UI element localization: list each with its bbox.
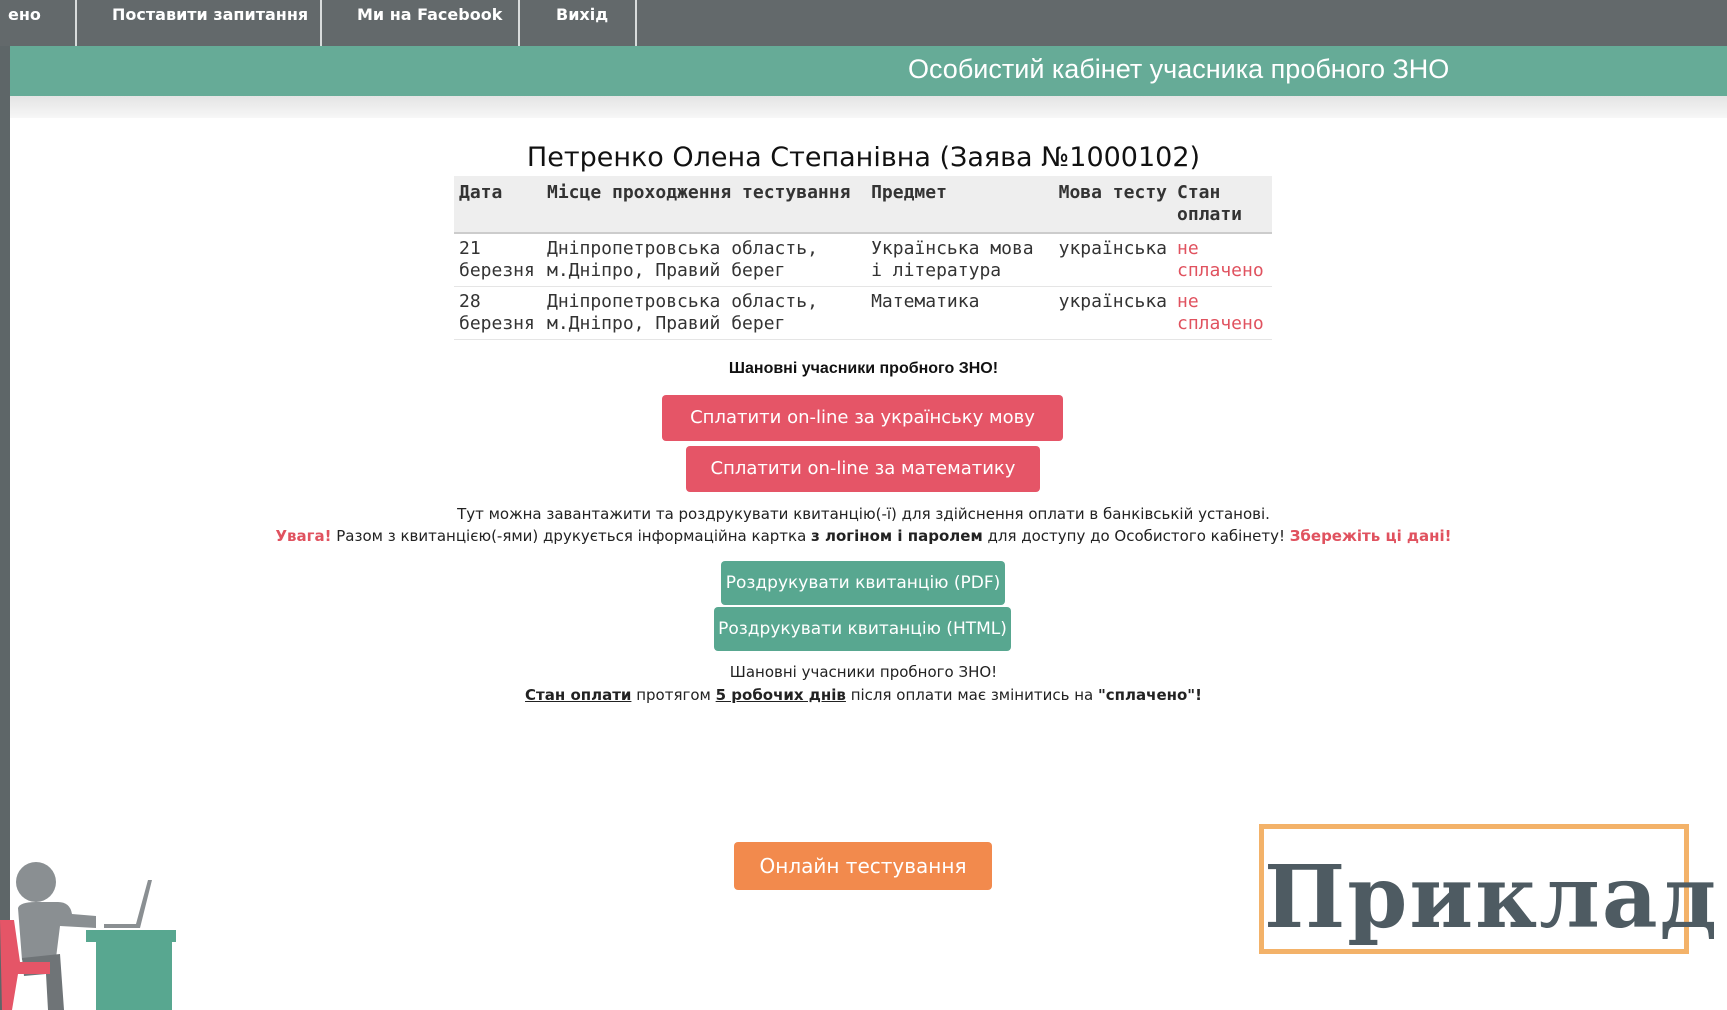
pay-ukrainian-button[interactable]: Сплатити on-line за українську мову: [662, 395, 1063, 441]
column-header-language: Мова тесту: [1053, 176, 1172, 234]
nav-separator: [635, 0, 637, 46]
table-header-row: Дата Місце проходження тестування Предме…: [454, 176, 1272, 234]
cell-date: 21 березня: [454, 233, 542, 287]
login-password-text: з логіном і паролем: [811, 527, 983, 545]
nav-item-logout[interactable]: Вихід: [556, 0, 608, 46]
warning-label: Увага!: [275, 527, 332, 545]
cell-place: Дніпропетровська область, м.Дніпро, Прав…: [541, 286, 867, 340]
print-receipt-html-button[interactable]: Роздрукувати квитанцію (HTML): [714, 607, 1011, 651]
header-divider: [10, 96, 1727, 118]
participants-notice: Шановні учасники пробного ЗНО!: [728, 360, 999, 377]
cell-place: Дніпропетровська область, м.Дніпро, Прав…: [541, 233, 867, 287]
nav-item-ask-question[interactable]: Поставити запитання: [112, 0, 308, 46]
nav-item-menu[interactable]: ено: [8, 0, 41, 46]
receipt-info-text: Тут можна завантажити та роздрукувати кв…: [457, 505, 1270, 523]
online-testing-button[interactable]: Онлайн тестування: [734, 842, 992, 890]
payment-status-note: Стан оплати протягом 5 робочих днів післ…: [0, 686, 1727, 704]
applicant-title: Петренко Олена Степанівна (Заява №100010…: [526, 142, 1201, 173]
pay-math-button[interactable]: Сплатити on-line за математику: [686, 446, 1040, 492]
status-greeting: Шановні учасники пробного ЗНО!: [729, 663, 998, 681]
cell-subject: Українська мова і література: [866, 233, 1054, 287]
cell-language: українська: [1053, 286, 1172, 340]
sample-stamp: Приклад: [1259, 824, 1719, 954]
save-data-note: Збережіть ці дані!: [1289, 527, 1452, 545]
cell-date: 28 березня: [454, 286, 542, 340]
table-row: 21 березня Дніпропетровська область, м.Д…: [454, 233, 1272, 287]
cell-payment-status: не сплачено: [1172, 233, 1272, 287]
payment-status-link: Стан оплати: [525, 686, 632, 704]
top-navigation: ено Поставити запитання Ми на Facebook В…: [0, 0, 1727, 46]
cell-payment-status: не сплачено: [1172, 286, 1272, 340]
column-header-place: Місце проходження тестування: [541, 176, 867, 234]
paid-status-text: "сплачено"!: [1097, 686, 1202, 704]
warning-text-cont: для доступу до Особистого кабінету!: [982, 527, 1290, 545]
nav-separator: [75, 0, 77, 46]
column-header-date: Дата: [454, 176, 542, 234]
print-receipt-pdf-button[interactable]: Роздрукувати квитанцію (PDF): [721, 561, 1005, 605]
cell-language: українська: [1053, 233, 1172, 287]
nav-separator: [518, 0, 520, 46]
nav-separator: [320, 0, 322, 46]
column-header-subject: Предмет: [866, 176, 1054, 234]
cell-subject: Математика: [866, 286, 1054, 340]
student-desk-illustration: [0, 862, 176, 1010]
receipt-warning-text: Увага! Разом з квитанцією(-ями) друкуєть…: [0, 527, 1727, 545]
banner-title: Особистий кабінет учасника пробного ЗНО: [908, 54, 1450, 84]
column-header-payment-status: Стан оплати: [1172, 176, 1272, 234]
nav-item-facebook[interactable]: Ми на Facebook: [357, 0, 502, 46]
status-note-text-cont: після оплати має змінитись на: [845, 686, 1098, 704]
warning-text: Разом з квитанцією(-ями) друкується інфо…: [331, 527, 812, 545]
registration-table: Дата Місце проходження тестування Предме…: [454, 176, 1272, 340]
cabinet-banner: Особистий кабінет учасника пробного ЗНО: [10, 46, 1727, 96]
sample-stamp-text: Приклад: [1264, 847, 1719, 948]
working-days-text: 5 робочих днів: [715, 686, 846, 704]
status-note-text: протягом: [631, 686, 716, 704]
table-row: 28 березня Дніпропетровська область, м.Д…: [454, 286, 1272, 340]
